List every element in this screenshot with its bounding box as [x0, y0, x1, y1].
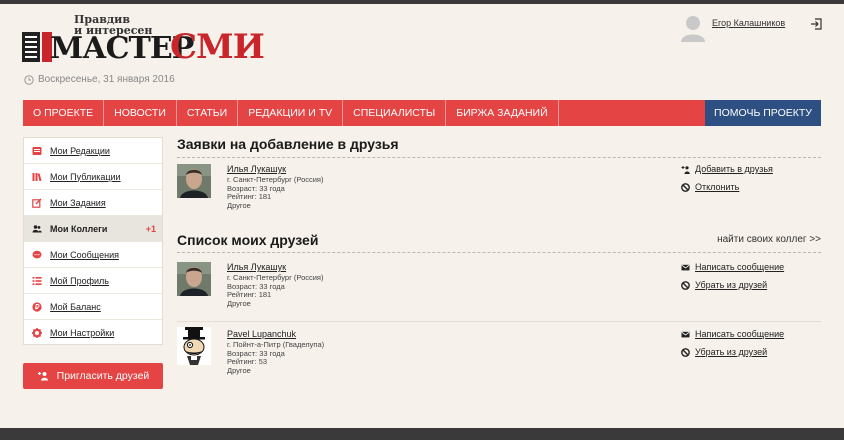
remove-friend-label: Убрать из друзей: [695, 280, 768, 290]
clock-icon: [24, 74, 34, 85]
remove-friend-link[interactable]: Убрать из друзей: [681, 347, 784, 357]
sidebar-item-label: Мой Профиль: [50, 275, 109, 286]
decline-label: Отклонить: [695, 182, 740, 192]
send-message-label: Написать сообщение: [695, 262, 785, 272]
ban-icon: [681, 347, 690, 357]
request-row: Илья Лукашук г. Санкт-Петербург (Россия)…: [177, 164, 821, 210]
sidebar-item-label: Мои Настройки: [50, 328, 115, 338]
date-text: Воскресенье, 31 января 2016: [38, 74, 175, 85]
user-name-link[interactable]: Егор Калашников: [712, 18, 785, 28]
footer-strip: [0, 428, 844, 440]
person-info: Илья Лукашук г. Санкт-Петербург (Россия)…: [227, 164, 323, 210]
site-logo[interactable]: Правдив и интересен МАСТЕР СМИ: [22, 14, 265, 66]
requests-divider: [177, 157, 821, 158]
remove-friend-label: Убрать из друзей: [695, 347, 768, 357]
coin-icon: [32, 301, 42, 312]
person-name-link[interactable]: Илья Лукашук: [227, 164, 323, 174]
sidebar-item-label: Мои Публикации: [50, 171, 121, 182]
remove-friend-link[interactable]: Убрать из друзей: [681, 280, 784, 290]
send-message-link[interactable]: Написать сообщение: [681, 329, 784, 339]
friend-actions: Написать сообщение Убрать из друзей: [681, 329, 784, 365]
requests-heading: Заявки на добавление в друзья: [177, 136, 399, 152]
envelope-icon: [681, 331, 690, 337]
friends-heading: Список моих друзей: [177, 232, 319, 248]
person-info: Илья Лукашук г. Санкт-Петербург (Россия)…: [227, 262, 323, 308]
user-avatar-icon[interactable]: [680, 14, 706, 42]
person-name-link[interactable]: Pavel Lupanchuk: [227, 329, 324, 339]
logo-word-smi: СМИ: [170, 27, 265, 67]
logo-book-icon: [22, 32, 40, 62]
decline-link[interactable]: Отклонить: [681, 182, 773, 192]
users-icon: [32, 224, 42, 232]
sidebar-item-colleagues[interactable]: Мои Коллеги +1: [24, 216, 162, 242]
nav-item-about[interactable]: О ПРОЕКТЕ: [23, 100, 105, 126]
sidebar: Мои Редакции Мои Публикации Мои Задания …: [23, 137, 163, 345]
edit-icon: [32, 198, 42, 208]
sidebar-item-profile[interactable]: Мой Профиль: [24, 268, 162, 294]
request-actions: Добавить в друзья Отклонить: [681, 164, 773, 200]
sidebar-item-label: Мой Баланс: [50, 301, 101, 312]
sidebar-item-label: Мои Сообщения: [50, 249, 119, 260]
invite-friends-button[interactable]: Пригласить друзей: [23, 363, 163, 389]
sidebar-item-balance[interactable]: Мой Баланс: [24, 294, 162, 320]
main-nav: О ПРОЕКТЕ НОВОСТИ СТАТЬИ РЕДАКЦИИ И TV С…: [23, 100, 821, 126]
invite-friends-label: Пригласить друзей: [56, 370, 150, 382]
help-project-button[interactable]: ПОМОЧЬ ПРОЕКТУ: [705, 100, 821, 126]
newspaper-icon: [32, 146, 42, 155]
user-photo[interactable]: [177, 262, 211, 296]
sidebar-item-messages[interactable]: Мои Сообщения: [24, 242, 162, 268]
user-panel: Егор Калашников: [680, 14, 830, 44]
current-date: Воскресенье, 31 января 2016: [24, 74, 175, 85]
add-user-icon: [37, 372, 48, 381]
nav-item-articles[interactable]: СТАТЬИ: [177, 100, 239, 126]
find-colleagues-link[interactable]: найти своих коллег >>: [700, 234, 821, 245]
nav-item-news[interactable]: НОВОСТИ: [104, 100, 177, 126]
sidebar-item-label: Мои Коллеги: [50, 223, 108, 234]
colleagues-badge: +1: [145, 224, 156, 234]
friend-row: Илья Лукашук г. Санкт-Петербург (Россия)…: [177, 262, 821, 312]
person-other: Другое: [227, 365, 251, 375]
gear-icon: [32, 328, 42, 338]
nav-item-specialists[interactable]: СПЕЦИАЛИСТЫ: [343, 100, 447, 126]
chat-icon: [32, 250, 42, 258]
books-icon: [32, 172, 42, 181]
person-other: Другое: [227, 298, 251, 308]
sidebar-item-label: Мои Редакции: [50, 145, 110, 156]
sidebar-item-settings[interactable]: Мои Настройки: [24, 320, 162, 346]
add-friend-label: Добавить в друзья: [695, 164, 773, 174]
top-strip: [0, 0, 844, 4]
sidebar-item-tasks[interactable]: Мои Задания: [24, 190, 162, 216]
ban-icon: [681, 280, 690, 290]
nav-item-job-exchange[interactable]: БИРЖА ЗАДАНИЙ: [446, 100, 559, 126]
friends-row-separator: [177, 321, 821, 322]
logout-icon[interactable]: [810, 18, 822, 30]
person-info: Pavel Lupanchuk г. Пойнт-а-Питр (Гваделу…: [227, 329, 324, 375]
friends-divider: [177, 252, 821, 253]
list-icon: [32, 276, 42, 285]
nav-item-editorial[interactable]: РЕДАКЦИИ И TV: [238, 100, 344, 126]
person-other: Другое: [227, 200, 251, 210]
send-message-label: Написать сообщение: [695, 329, 785, 339]
sidebar-item-publications[interactable]: Мои Публикации: [24, 164, 162, 190]
user-photo[interactable]: [177, 164, 211, 198]
friend-row: Pavel Lupanchuk г. Пойнт-а-Питр (Гваделу…: [177, 327, 821, 383]
add-user-icon: [681, 165, 690, 174]
send-message-link[interactable]: Написать сообщение: [681, 262, 784, 272]
ban-icon: [681, 182, 690, 192]
person-name-link[interactable]: Илья Лукашук: [227, 262, 323, 272]
envelope-icon: [681, 264, 690, 270]
sidebar-item-label: Мои Задания: [50, 197, 106, 208]
sidebar-item-editorials[interactable]: Мои Редакции: [24, 138, 162, 164]
friend-actions: Написать сообщение Убрать из друзей: [681, 262, 784, 298]
add-friend-link[interactable]: Добавить в друзья: [681, 164, 773, 174]
user-photo[interactable]: [177, 327, 211, 365]
